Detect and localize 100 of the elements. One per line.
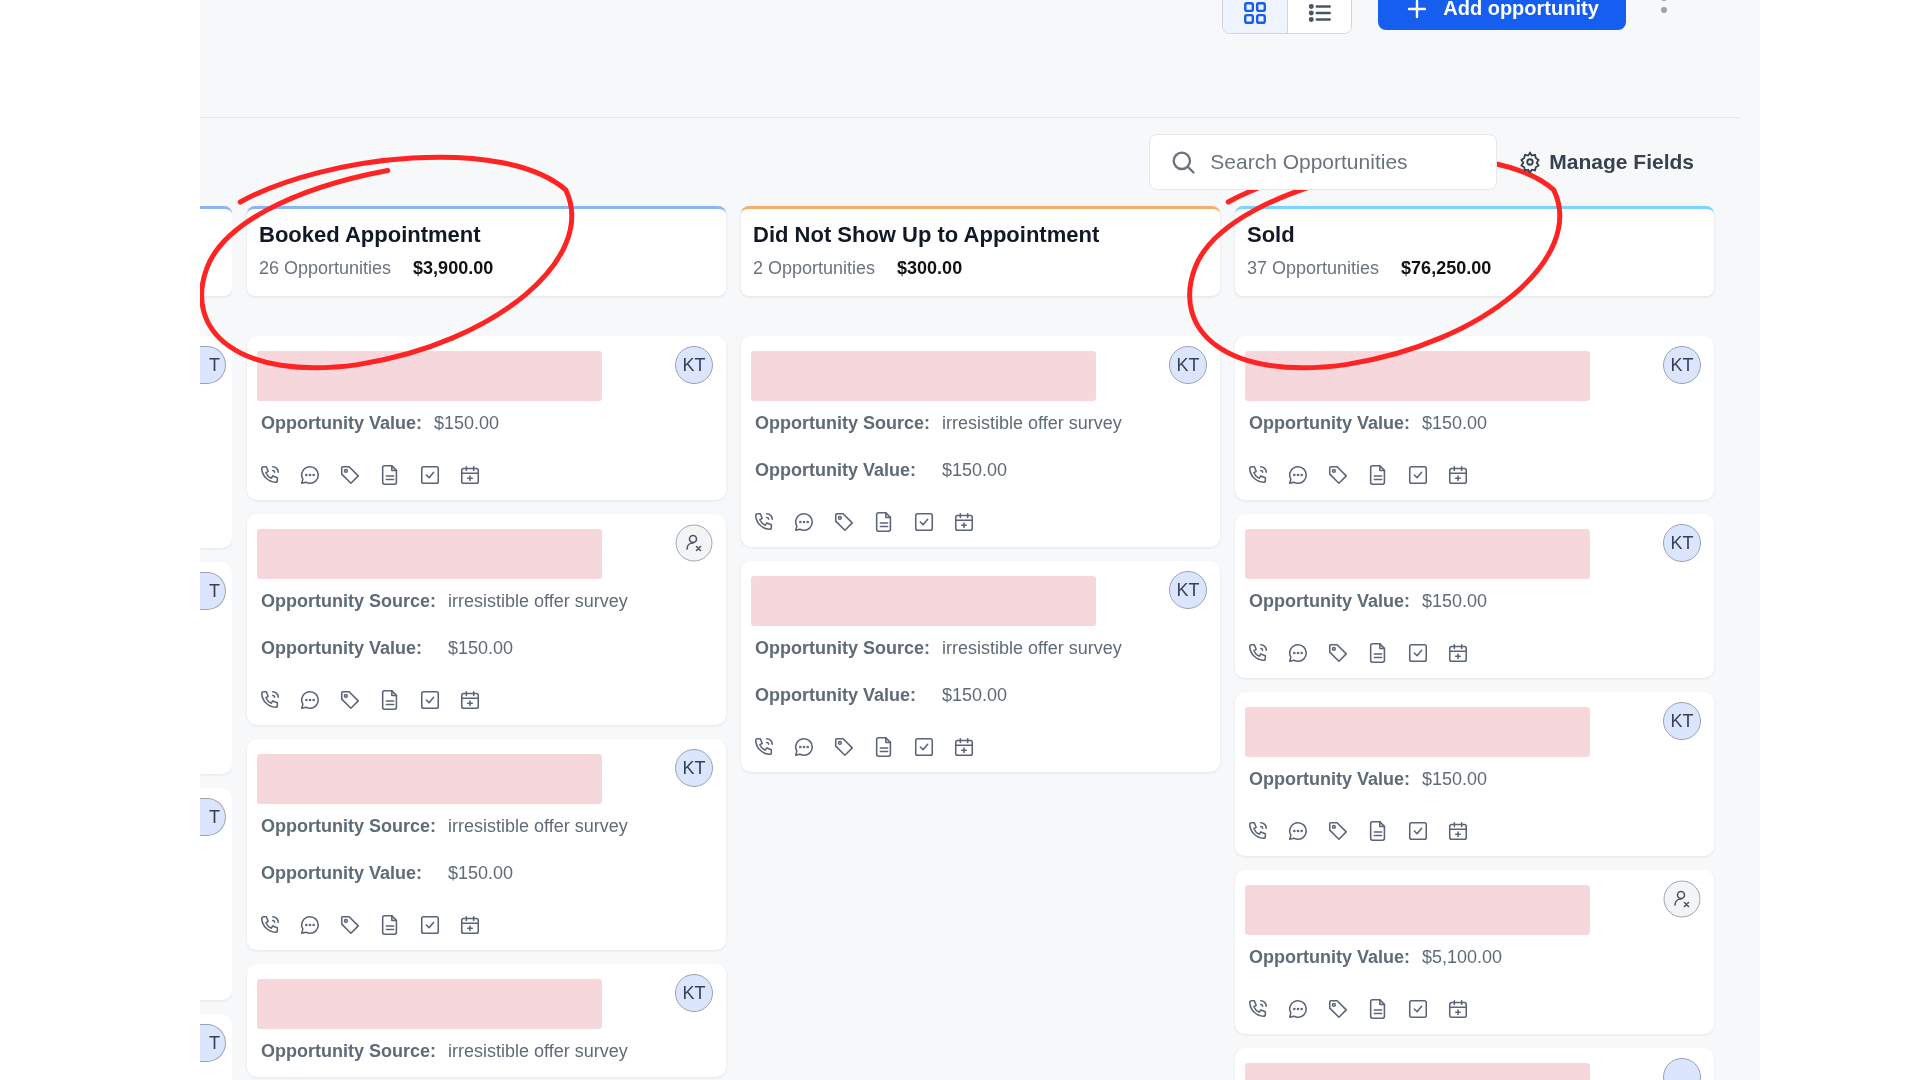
opportunity-card[interactable]: T <box>200 1014 232 1080</box>
chat-icon[interactable] <box>793 511 815 533</box>
phone-icon[interactable] <box>259 914 281 936</box>
field-label: Opportunity Value: <box>755 459 917 482</box>
settings-icon <box>1519 151 1542 173</box>
opportunity-card[interactable]: KT Opportunity Value: $150.00 <box>247 336 726 500</box>
field-label: Opportunity Value: <box>261 412 422 435</box>
checkbox-icon[interactable] <box>913 736 935 758</box>
field-value: $150.00 <box>942 459 1009 482</box>
checkbox-icon[interactable] <box>1407 642 1429 664</box>
field-value: irresistible offer survey <box>448 590 629 613</box>
opportunity-card[interactable]: Opportunity Source: irresistible offer survey Opportunity Value: $150.00 <box>247 514 726 725</box>
tag-icon[interactable] <box>1327 642 1349 664</box>
opportunity-card[interactable]: KT Opportunity Source: irresistible offer survey Opportunity Value: $150.00 <box>741 561 1220 772</box>
checkbox-icon[interactable] <box>1407 998 1429 1020</box>
tag-icon[interactable] <box>1327 464 1349 486</box>
tag-icon[interactable] <box>833 511 855 533</box>
calendar-add-icon[interactable] <box>1447 820 1469 842</box>
field-label: Opportunity Value: <box>1249 412 1410 435</box>
field-label: Opportunity Value: <box>1249 946 1410 969</box>
checkbox-icon[interactable] <box>1407 820 1429 842</box>
field-value: irresistible offer survey <box>448 815 629 838</box>
calendar-add-icon[interactable] <box>1447 642 1469 664</box>
checkbox-icon[interactable] <box>419 689 441 711</box>
phone-icon[interactable] <box>753 511 775 533</box>
checkbox-icon[interactable] <box>913 511 935 533</box>
field-value: irresistible offer survey <box>942 637 1123 660</box>
tag-icon[interactable] <box>833 736 855 758</box>
checkbox-icon[interactable] <box>1407 464 1429 486</box>
calendar-add-icon[interactable] <box>459 689 481 711</box>
chat-icon[interactable] <box>1287 820 1309 842</box>
calendar-add-icon[interactable] <box>953 511 975 533</box>
calendar-add-icon[interactable] <box>1447 464 1469 486</box>
avatar: KT <box>1663 524 1701 562</box>
opportunity-card[interactable]: T <box>200 788 232 1000</box>
tag-icon[interactable] <box>339 464 361 486</box>
unassigned-user-icon[interactable] <box>1663 880 1701 918</box>
avatar: T <box>200 346 226 384</box>
field-label: Opportunity Source: <box>261 590 436 613</box>
checkbox-icon[interactable] <box>419 464 441 486</box>
field-value: $150.00 <box>434 412 501 435</box>
tag-icon[interactable] <box>1327 998 1349 1020</box>
grid-icon <box>1242 0 1268 26</box>
field-label: Opportunity Value: <box>1249 590 1410 613</box>
phone-icon[interactable] <box>259 464 281 486</box>
calendar-add-icon[interactable] <box>1447 998 1469 1020</box>
phone-icon[interactable] <box>1247 464 1269 486</box>
opportunity-card[interactable]: KT Opportunity Source: irresistible offer survey Opportunity Value: $150.00 <box>247 739 726 950</box>
avatar: T <box>200 572 226 610</box>
column-title: Booked Appointment <box>259 222 482 248</box>
search-field[interactable]: Search Opportunities <box>1149 134 1498 190</box>
field-value: $150.00 <box>448 637 515 660</box>
column-total: $76,250.00 <box>1401 258 1492 279</box>
field-label: Opportunity Value: <box>261 862 423 885</box>
opportunity-card[interactable]: Opportunity Value: $5,100.00 <box>1235 870 1714 1034</box>
tag-icon[interactable] <box>1327 820 1349 842</box>
opportunity-count: 37 Opportunities <box>1247 258 1380 279</box>
field-value: $150.00 <box>1422 768 1489 791</box>
opportunity-card[interactable]: KT Opportunity Source: irresistible offer survey Opportunity Value: $150.00 <box>741 336 1220 547</box>
field-value: $150.00 <box>1422 590 1489 613</box>
checkbox-icon[interactable] <box>419 914 441 936</box>
field-value: irresistible offer survey <box>942 412 1123 435</box>
chat-icon[interactable] <box>299 689 321 711</box>
add-opportunity-button[interactable]: Add opportunity <box>1378 0 1626 30</box>
tag-icon[interactable] <box>339 689 361 711</box>
chat-icon[interactable] <box>299 914 321 936</box>
tag-icon[interactable] <box>339 914 361 936</box>
column-total: $3,900.00 <box>413 258 494 279</box>
chat-icon[interactable] <box>1287 998 1309 1020</box>
phone-icon[interactable] <box>753 736 775 758</box>
calendar-add-icon[interactable] <box>459 464 481 486</box>
chat-icon[interactable] <box>1287 642 1309 664</box>
calendar-add-icon[interactable] <box>953 736 975 758</box>
avatar: KT <box>675 346 713 384</box>
chat-icon[interactable] <box>793 736 815 758</box>
opportunity-card[interactable]: KT Opportunity Source: irresistible offer survey <box>247 964 726 1077</box>
chat-icon[interactable] <box>299 464 321 486</box>
calendar-add-icon[interactable] <box>459 914 481 936</box>
avatar: T <box>200 798 226 836</box>
field-label: Opportunity Value: <box>1249 768 1410 791</box>
opportunity-card[interactable]: KT Opportunity Value: $150.00 <box>1235 336 1714 500</box>
unassigned-user-icon[interactable] <box>675 524 713 562</box>
avatar: KT <box>1169 346 1207 384</box>
phone-icon[interactable] <box>1247 998 1269 1020</box>
opportunity-card[interactable]: T <box>200 562 232 774</box>
opportunity-card[interactable]: KT Opportunity Value: $150.00 <box>1235 692 1714 856</box>
field-label: Opportunity Source: <box>261 1040 436 1063</box>
field-value: $5,100.00 <box>1422 946 1504 969</box>
avatar: T <box>200 1024 226 1062</box>
field-label: Opportunity Source: <box>261 815 436 838</box>
column-title: Sold <box>1247 222 1296 248</box>
field-value: $150.00 <box>1422 412 1489 435</box>
phone-icon[interactable] <box>1247 820 1269 842</box>
phone-icon[interactable] <box>1247 642 1269 664</box>
opportunity-card[interactable]: KT Opportunity Value: $150.00 <box>1235 514 1714 678</box>
chat-icon[interactable] <box>1287 464 1309 486</box>
manage-fields-button[interactable]: Manage Fields <box>1519 150 1694 174</box>
phone-icon[interactable] <box>259 689 281 711</box>
opportunity-card[interactable]: T <box>200 336 232 548</box>
opportunity-count: 2 Opportunities <box>753 258 876 279</box>
